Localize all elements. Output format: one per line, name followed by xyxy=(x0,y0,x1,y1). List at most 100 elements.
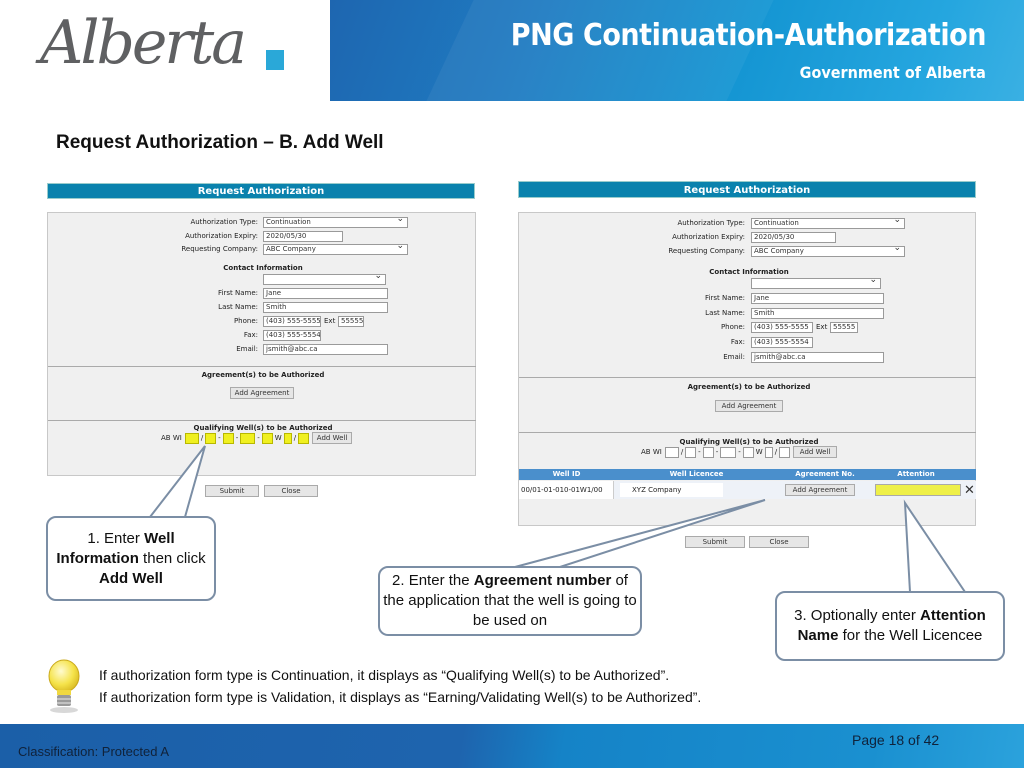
company-label: Requesting Company: xyxy=(181,245,258,253)
table-row: 00/01-01-010-01W1/00 XYZ Company Add Agr… xyxy=(519,481,976,499)
first-name-label: First Name: xyxy=(218,289,258,297)
col-attention: Attention xyxy=(897,470,935,478)
last-name-input[interactable]: Smith xyxy=(751,308,884,319)
tip-continuation: If authorization form type is Continuati… xyxy=(99,667,670,683)
callout-text: then click xyxy=(138,549,206,567)
auth-type-label: Authorization Type: xyxy=(190,218,258,226)
well-field-4[interactable] xyxy=(240,432,256,444)
contact-info-title: Contact Information xyxy=(709,268,789,276)
divider xyxy=(48,366,476,367)
email-input[interactable]: jsmith@abc.ca xyxy=(751,352,884,363)
well-prefix: AB WI xyxy=(641,448,662,456)
logo-square-icon xyxy=(266,50,284,70)
divider xyxy=(519,432,976,433)
callout-text: 1. Enter xyxy=(87,529,145,547)
callout-bold: Agreement number xyxy=(473,572,612,589)
col-well-id: Well ID xyxy=(552,470,581,478)
company-select[interactable]: ABC Company xyxy=(751,246,905,257)
phone-input[interactable]: (403) 555-5555 xyxy=(751,322,813,333)
presentation-subtitle: Government of Alberta xyxy=(799,63,986,82)
well-field-5[interactable] xyxy=(742,446,754,458)
col-well-licencee: Well Licencee xyxy=(669,470,724,478)
wells-title: Qualifying Well(s) to be Authorized xyxy=(679,438,819,446)
cell-well-id: 00/01-01-010-01W1/00 xyxy=(519,481,614,499)
first-name-input[interactable]: Jane xyxy=(263,288,388,299)
submit-button[interactable]: Submit xyxy=(205,485,259,497)
close-button[interactable]: Close xyxy=(264,485,318,497)
add-agreement-button[interactable]: Add Agreement xyxy=(715,400,783,412)
ext-input[interactable]: 55555 xyxy=(830,322,858,333)
well-field-2[interactable] xyxy=(685,446,697,458)
phone-label: Phone: xyxy=(233,317,258,325)
auth-type-label: Authorization Type: xyxy=(677,219,745,227)
callout-2: 2. Enter the Agreement number of the app… xyxy=(378,566,642,636)
tip-validation: If authorization form type is Validation… xyxy=(99,689,702,705)
header-banner: PNG Continuation-Authorization Governmen… xyxy=(330,0,1024,101)
first-name-input[interactable]: Jane xyxy=(751,293,884,304)
well-field-6[interactable] xyxy=(764,446,773,458)
ext-label: Ext xyxy=(324,317,336,325)
auth-expiry-label: Authorization Expiry: xyxy=(672,233,745,241)
fax-label: Fax: xyxy=(243,331,258,339)
agreement-add-button[interactable]: Add Agreement xyxy=(785,484,855,496)
classification-label: Classification: Protected A xyxy=(18,744,170,759)
well-field-3[interactable] xyxy=(702,446,714,458)
alberta-logo: Alberta xyxy=(0,0,330,101)
phone-input[interactable]: (403) 555-5555 xyxy=(263,316,321,327)
wells-table-header: Well ID Well Licencee Agreement No. Atte… xyxy=(519,469,976,480)
presentation-title: PNG Continuation-Authorization xyxy=(510,18,987,53)
well-field-3[interactable] xyxy=(222,432,234,444)
form-title: Request Authorization xyxy=(518,181,976,198)
well-field-1[interactable] xyxy=(184,432,199,444)
add-well-button[interactable]: Add Well xyxy=(793,446,838,458)
footer-bar: Classification: Protected A Page 18 of 4… xyxy=(0,724,1024,768)
wells-title: Qualifying Well(s) to be Authorized xyxy=(193,424,333,432)
col-agreement-no: Agreement No. xyxy=(795,470,855,478)
slide-heading: Request Authorization – B. Add Well xyxy=(56,132,384,153)
auth-type-select[interactable]: Continuation xyxy=(751,218,905,229)
add-well-button[interactable]: Add Well xyxy=(312,432,353,444)
well-field-2[interactable] xyxy=(205,432,217,444)
page-number: Page 18 of 42 xyxy=(852,732,940,748)
auth-expiry-input[interactable]: 2020/05/30 xyxy=(751,232,836,243)
agreements-title: Agreement(s) to be Authorized xyxy=(201,371,325,379)
logo-text: Alberta xyxy=(40,8,247,78)
auth-expiry-input[interactable]: 2020/05/30 xyxy=(263,231,343,242)
fax-input[interactable]: (403) 555-5554 xyxy=(263,330,321,341)
email-label: Email: xyxy=(723,353,745,361)
attention-input[interactable] xyxy=(875,484,961,496)
well-id-row: AB WI / - - - W / Add Well xyxy=(161,432,353,444)
email-label: Email: xyxy=(236,345,258,353)
form-right: Request Authorization Authorization Type… xyxy=(518,181,976,551)
form-body: Authorization Type: Continuation Authori… xyxy=(518,212,976,526)
well-prefix: AB WI xyxy=(161,434,182,442)
last-name-input[interactable]: Smith xyxy=(263,302,388,313)
callout-text: 3. Optionally enter xyxy=(794,607,921,624)
well-field-6[interactable] xyxy=(283,432,292,444)
company-select[interactable]: ABC Company xyxy=(263,244,408,255)
cell-licencee: XYZ Company xyxy=(620,483,723,497)
ext-input[interactable]: 55555 xyxy=(338,316,364,327)
well-field-4[interactable] xyxy=(720,446,737,458)
close-button[interactable]: Close xyxy=(749,536,809,548)
well-separator: W xyxy=(755,448,763,456)
well-field-1[interactable] xyxy=(664,446,679,458)
email-input[interactable]: jsmith@abc.ca xyxy=(263,344,388,355)
contact-select[interactable] xyxy=(263,274,386,285)
ext-label: Ext xyxy=(816,323,828,331)
well-id-row: AB WI / - - - W / Add Well xyxy=(641,446,838,458)
add-agreement-button[interactable]: Add Agreement xyxy=(230,387,294,399)
contact-select[interactable] xyxy=(751,278,881,289)
submit-button[interactable]: Submit xyxy=(685,536,745,548)
fax-input[interactable]: (403) 555-5554 xyxy=(751,337,813,348)
agreements-title: Agreement(s) to be Authorized xyxy=(687,383,811,391)
first-name-label: First Name: xyxy=(705,294,745,302)
well-field-7[interactable] xyxy=(298,432,310,444)
remove-row-icon[interactable]: ✕ xyxy=(964,483,975,498)
well-field-5[interactable] xyxy=(261,432,273,444)
auth-type-select[interactable]: Continuation xyxy=(263,217,408,228)
well-field-7[interactable] xyxy=(779,446,791,458)
phone-label: Phone: xyxy=(720,323,745,331)
last-name-label: Last Name: xyxy=(705,309,745,317)
company-label: Requesting Company: xyxy=(668,247,745,255)
